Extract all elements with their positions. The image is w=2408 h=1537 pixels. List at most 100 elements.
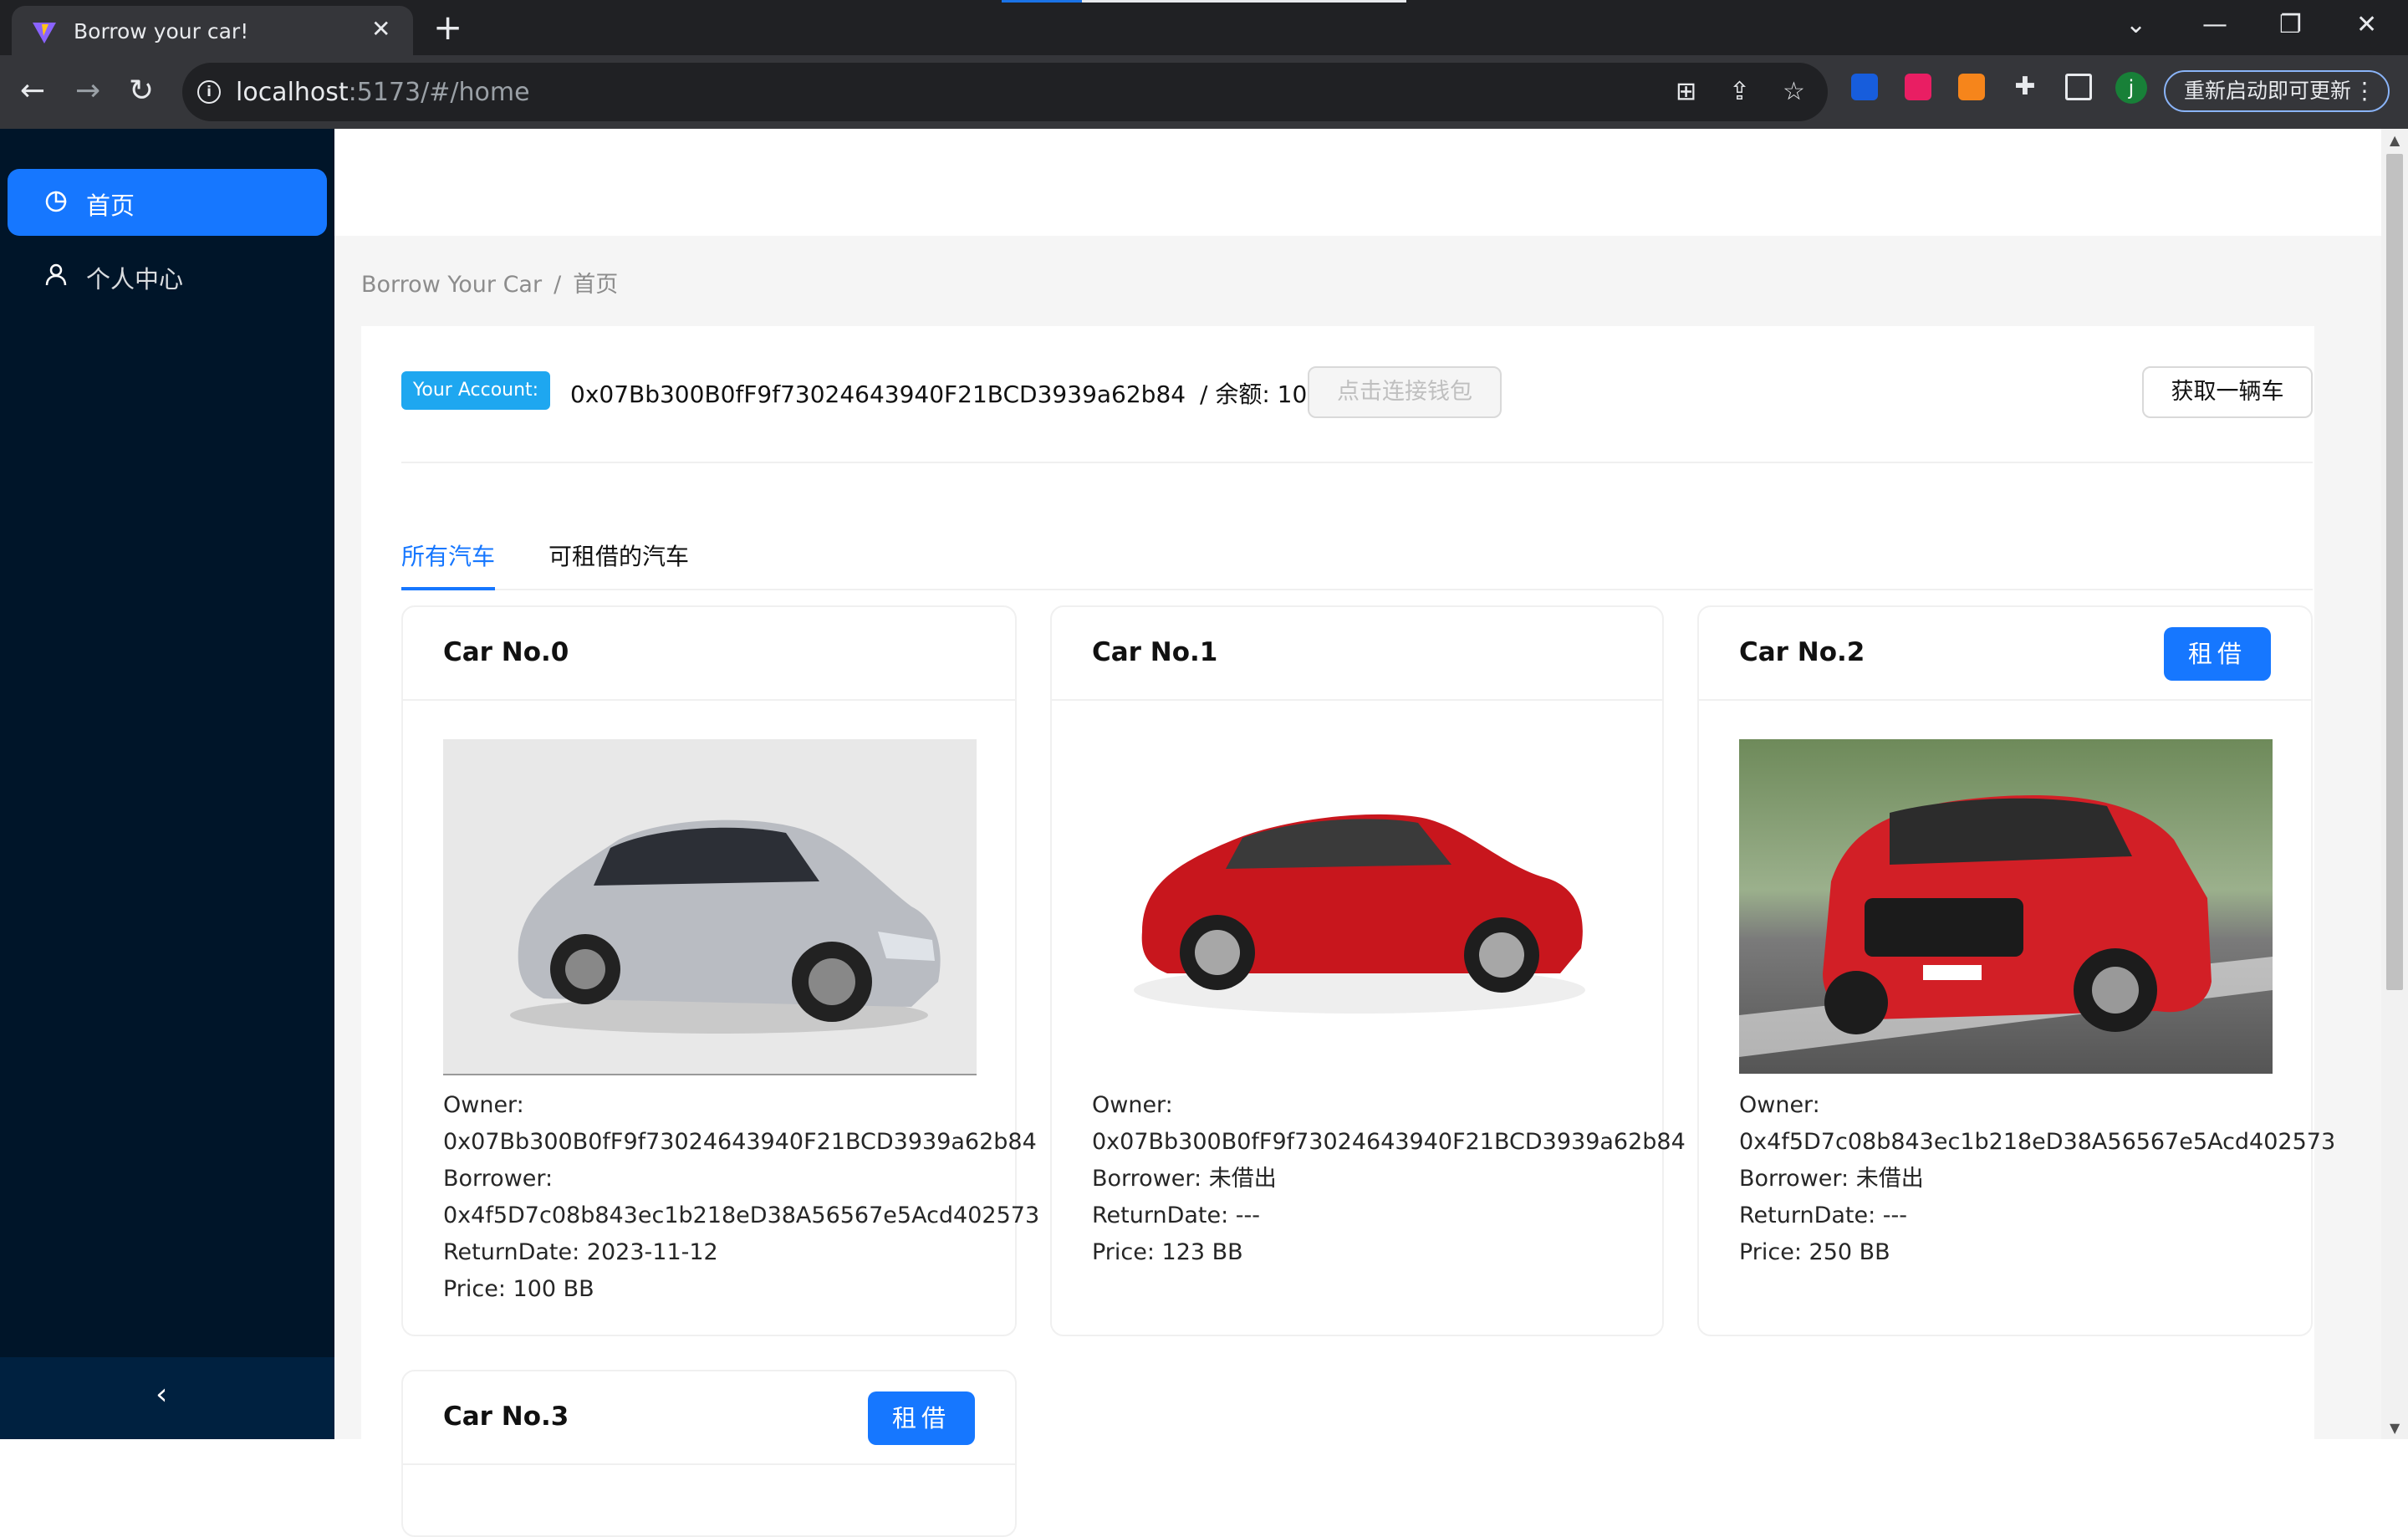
translate-icon[interactable]: ⊞ <box>1676 76 1696 108</box>
card-header: Car No.3 租借 <box>403 1371 1015 1465</box>
owner-address: 0x07Bb300B0fF9f73024643940F21BCD3939a62b… <box>1092 1129 1686 1155</box>
car-info: Owner: 0x4f5D7c08b843ec1b218eD38A56567e5… <box>1739 1087 2335 1271</box>
price: Price: 123 BB <box>1092 1239 1243 1265</box>
card-header: Car No.1 <box>1052 607 1662 701</box>
browser-tab[interactable]: Borrow your car! ✕ <box>12 6 413 55</box>
site-info-icon[interactable]: i <box>197 80 221 104</box>
forward-icon[interactable]: → <box>75 70 100 112</box>
tab-all-cars[interactable]: 所有汽车 <box>401 539 495 572</box>
share-icon[interactable]: ⇪ <box>1729 76 1750 108</box>
car-image <box>1739 739 2273 1074</box>
pie-chart-icon <box>45 191 67 212</box>
return-date: ReturnDate: --- <box>1739 1203 1908 1228</box>
account-info: 0x07Bb300B0fF9f73024643940F21BCD3939a62b… <box>570 376 1391 410</box>
owner-address: 0x07Bb300B0fF9f73024643940F21BCD3939a62b… <box>443 1129 1037 1155</box>
divider <box>401 462 2313 463</box>
owner-label: Owner: <box>1092 1092 1173 1118</box>
car-card: Car No.3 租借 <box>401 1370 1017 1537</box>
bookmark-star-icon[interactable]: ☆ <box>1783 76 1805 108</box>
borrower-label: Borrower: <box>443 1166 554 1192</box>
get-car-button[interactable]: 获取一辆车 <box>2142 366 2313 418</box>
browser-tabstrip: Borrow your car! ✕ + ⌄ — ❐ ✕ <box>0 0 2408 55</box>
car-image <box>443 739 977 1075</box>
connect-wallet-button[interactable]: 点击连接钱包 <box>1308 366 1502 418</box>
translate-extension-icon[interactable] <box>1905 74 1931 100</box>
reload-icon[interactable]: ↻ <box>129 70 154 112</box>
new-tab-button[interactable]: + <box>433 7 462 49</box>
silver-sedan-image <box>510 820 941 1034</box>
owner-label: Owner: <box>1739 1092 1820 1118</box>
scroll-down-icon[interactable]: ▼ <box>2390 1420 2400 1436</box>
close-window-icon[interactable]: ✕ <box>2356 8 2377 42</box>
sidebar-item-label: 个人中心 <box>86 265 184 294</box>
car-tabs: 所有汽车 可租借的汽车 <box>401 525 2313 590</box>
scrollbar-thumb[interactable] <box>2386 154 2403 990</box>
tab-ink-bar <box>401 587 495 590</box>
return-date: ReturnDate: --- <box>1092 1203 1261 1228</box>
car-title: Car No.1 <box>1092 637 1218 667</box>
borrower-status: Borrower: 未借出 <box>1092 1166 1277 1192</box>
car-info: Owner: 0x07Bb300B0fF9f73024643940F21BCD3… <box>1092 1087 1686 1271</box>
card-header: Car No.2 租借 <box>1699 607 2311 701</box>
car-title: Car No.0 <box>443 637 569 667</box>
browser-toolbar: ← → ↻ i localhost:5173/#/home ⊞ ⇪ ☆ <box>0 55 2408 129</box>
loading-progress <box>1002 0 1082 3</box>
borrower-status: Borrower: 未借出 <box>1739 1166 1924 1192</box>
car-info: Owner: 0x07Bb300B0fF9f73024643940F21BCD3… <box>443 1087 1039 1308</box>
rent-button[interactable]: 租借 <box>868 1391 975 1445</box>
profile-avatar[interactable]: j <box>2115 72 2147 104</box>
car-title: Car No.2 <box>1739 637 1865 667</box>
tab-search-icon[interactable]: ⌄ <box>2125 8 2146 42</box>
scroll-up-icon[interactable]: ▲ <box>2390 132 2400 148</box>
vite-logo-icon <box>33 23 56 43</box>
update-label: 重新启动即可更新 <box>2184 79 2352 103</box>
owner-address: 0x4f5D7c08b843ec1b218eD38A56567e5Acd4025… <box>1739 1129 2336 1155</box>
car-card: Car No.2 租借 Owner: 0x4f5D7c08b843ec1b218… <box>1697 605 2335 1336</box>
rent-button[interactable]: 租借 <box>2164 627 2271 681</box>
borrower-address: 0x4f5D7c08b843ec1b218eD38A56567e5Acd4025… <box>443 1203 1040 1228</box>
red-hatchback-image <box>1134 814 1585 1014</box>
sidebar-item-label: 首页 <box>86 191 135 220</box>
account-tag: Your Account: <box>401 371 550 410</box>
address-bar[interactable]: i localhost:5173/#/home ⊞ ⇪ ☆ <box>182 63 1828 121</box>
sidebar-collapse-trigger[interactable]: ‹ <box>0 1357 334 1439</box>
user-icon <box>45 263 67 286</box>
minimize-icon[interactable]: — <box>2202 8 2227 42</box>
sidebar-item-profile[interactable]: 个人中心 <box>8 243 327 309</box>
car-image <box>1092 739 1625 1074</box>
car-card: Car No.0 Owner: 0x07Bb300B0fF9f730246439… <box>401 605 1039 1336</box>
red-suv-image <box>1739 795 2273 1057</box>
extensions-puzzle-icon[interactable]: ✚ <box>2012 74 2038 100</box>
sidebar-item-home[interactable]: 首页 <box>8 169 327 236</box>
car-card: Car No.1 Owner: 0x07Bb300B0fF9f730246439… <box>1050 605 1686 1336</box>
price: Price: 250 BB <box>1739 1239 1890 1265</box>
content-header <box>334 129 2381 236</box>
tab-available-cars[interactable]: 可租借的汽车 <box>548 539 689 572</box>
price: Price: 100 BB <box>443 1276 594 1302</box>
bitwarden-icon[interactable] <box>1851 74 1878 100</box>
card-header: Car No.0 <box>403 607 1015 701</box>
more-menu-icon[interactable]: ⋮ <box>2353 72 2376 110</box>
side-panel-icon[interactable] <box>2065 74 2092 100</box>
home-panel: Your Account: 0x07Bb300B0fF9f73024643940… <box>361 326 2335 1537</box>
main-content: Borrow Your Car / 首页 Your Account: 0x07Bb3… <box>334 129 2381 1537</box>
tab-title: Borrow your car! <box>74 19 249 43</box>
back-icon[interactable]: ← <box>20 70 45 112</box>
close-tab-icon[interactable]: ✕ <box>371 17 390 42</box>
loading-progress-track <box>1082 0 1406 3</box>
breadcrumb-root[interactable]: Borrow Your Car <box>361 272 542 298</box>
car-title: Car No.3 <box>443 1402 569 1432</box>
page-scrollbar[interactable]: ▲ ▼ <box>2381 129 2408 1439</box>
update-button[interactable]: 重新启动即可更新 ⋮ <box>2164 70 2390 112</box>
restore-icon[interactable]: ❐ <box>2279 8 2302 42</box>
metamask-icon[interactable] <box>1958 74 1985 100</box>
account-address: 0x07Bb300B0fF9f73024643940F21BCD3939a62b… <box>570 380 1186 408</box>
url-text[interactable]: localhost:5173/#/home <box>236 78 530 107</box>
breadcrumb-current: 首页 <box>573 272 619 298</box>
owner-label: Owner: <box>443 1092 524 1118</box>
sidebar: 首页 个人中心 ‹ <box>0 129 334 1439</box>
chevron-left-icon: ‹ <box>156 1377 168 1412</box>
breadcrumb-separator: / <box>554 272 562 298</box>
return-date: ReturnDate: 2023-11-12 <box>443 1239 718 1265</box>
breadcrumb: Borrow Your Car / 首页 <box>361 266 618 299</box>
